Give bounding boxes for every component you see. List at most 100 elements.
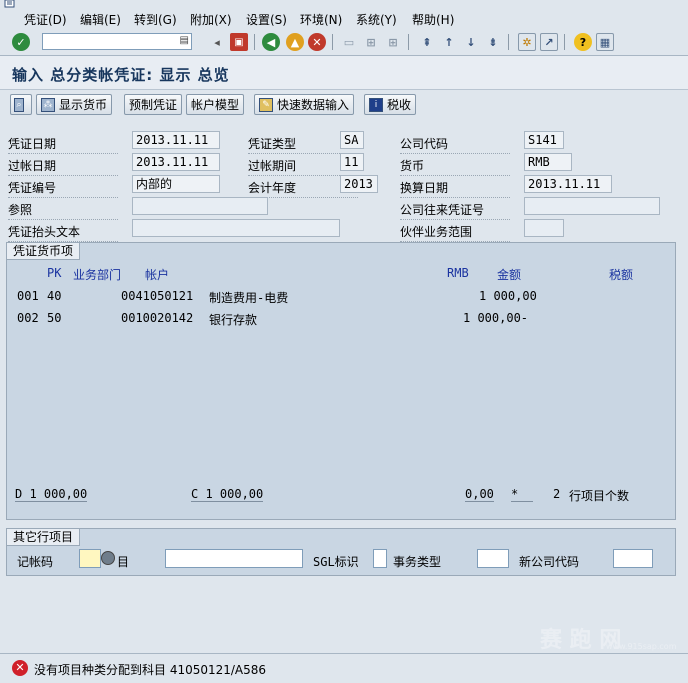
currency-tree-icon: ⁂	[41, 97, 55, 112]
row-posting-key: 50	[47, 311, 62, 325]
sgl-indicator-label: SGL标识	[313, 555, 359, 569]
doc-type-field[interactable]: SA	[340, 131, 364, 149]
currency-field[interactable]: RMB	[524, 153, 572, 171]
help-icon[interactable]: ?	[574, 33, 592, 51]
intercompany-label: 公司往来凭证号	[400, 203, 511, 220]
account-input[interactable]	[165, 549, 303, 568]
translation-date-field[interactable]: 2013.11.11	[524, 175, 612, 193]
reference-label: 参照	[8, 203, 119, 220]
row-account[interactable]: 0041050121	[121, 289, 193, 303]
page-title: 输入 总分类帐凭证: 显示 总览	[12, 66, 230, 84]
menu-extras[interactable]: 附加(X)	[190, 11, 232, 28]
col-header-tax: 税额	[609, 268, 634, 282]
col-header-business-area: 业务部门	[73, 268, 122, 282]
command-field-history-icon[interactable]: ▤	[180, 35, 189, 46]
show-currency-label: 显示货币	[59, 98, 108, 112]
items-group-title: 凭证货币项	[7, 243, 81, 260]
first-page-icon[interactable]: ⇞	[418, 33, 436, 51]
page-title-bar: 输入 总分类帐凭证: 显示 总览	[0, 56, 688, 90]
doc-number-field[interactable]: 内部的	[132, 175, 220, 193]
new-company-code-label: 新公司代码	[519, 555, 580, 569]
company-code-label: 公司代码	[400, 137, 511, 154]
magnifier-icon: ⌕	[14, 97, 24, 112]
print-icon[interactable]: ▭	[340, 33, 358, 51]
intercompany-field[interactable]	[524, 197, 660, 215]
item-count: 2	[553, 487, 561, 501]
taxes-button[interactable]: i 税收	[364, 94, 417, 115]
last-page-icon[interactable]: ⇟	[484, 33, 502, 51]
cancel-icon[interactable]: ✕	[308, 33, 326, 51]
status-message[interactable]: 没有项目种类分配到科目 41050121/A586	[34, 661, 266, 678]
next-page-icon[interactable]: ↓	[462, 33, 480, 51]
doc-date-label: 凭证日期	[8, 137, 119, 154]
col-header-currency: RMB	[447, 266, 469, 280]
search-help-icon[interactable]	[101, 551, 115, 565]
posting-date-field[interactable]: 2013.11.11	[132, 153, 220, 171]
translation-date-label: 换算日期	[400, 181, 511, 198]
back-icon[interactable]: ◀	[262, 33, 280, 51]
previous-page-icon[interactable]: ↑	[440, 33, 458, 51]
menu-environment[interactable]: 环境(N)	[300, 11, 342, 28]
row-description: 制造费用-电费	[209, 291, 289, 305]
account-model-button[interactable]: 帐户模型	[186, 94, 245, 115]
taxes-label: 税收	[387, 98, 412, 112]
back-arrow-small-icon[interactable]: ◂	[208, 33, 226, 51]
reference-field[interactable]	[132, 197, 268, 215]
error-icon: ✕	[12, 660, 28, 676]
debit-total: D 1 000,00	[15, 487, 88, 502]
display-overview-button[interactable]: ⌕	[10, 94, 32, 115]
header-text-field[interactable]	[132, 219, 340, 237]
command-field[interactable]: ▤	[42, 33, 192, 50]
enter-checkmark-icon[interactable]: ✓	[12, 33, 30, 51]
menu-help[interactable]: 帮助(H)	[412, 11, 454, 28]
find-icon[interactable]: ⊞	[362, 33, 380, 51]
shortcut-icon[interactable]: ↗	[540, 33, 558, 51]
posting-key-input[interactable]	[79, 549, 101, 568]
document-items-group: 凭证货币项 PK 业务部门 帐户 RMB 金额 税额 001 40 004105…	[6, 242, 676, 520]
row-account[interactable]: 0010020142	[121, 311, 193, 325]
toolbar-separator	[408, 34, 409, 50]
menu-edit[interactable]: 编辑(E)	[80, 11, 121, 28]
fast-entry-icon: ✎	[259, 97, 273, 112]
other-group-title: 其它行项目	[7, 529, 81, 546]
toolbar-separator	[254, 34, 255, 50]
new-company-code-input[interactable]	[613, 549, 653, 568]
menu-document[interactable]: 凭证(D)	[24, 11, 67, 28]
find-next-icon[interactable]: ⊞	[384, 33, 402, 51]
row-line-number: 001	[17, 289, 39, 303]
credit-total: C 1 000,00	[191, 487, 264, 502]
fiscal-year-field[interactable]: 2013	[340, 175, 378, 193]
menu-goto[interactable]: 转到(G)	[134, 11, 177, 28]
doc-date-field[interactable]: 2013.11.11	[132, 131, 220, 149]
menu-settings[interactable]: 设置(S)	[246, 11, 287, 28]
row-line-number: 002	[17, 311, 39, 325]
item-count-label: 行项目个数	[569, 489, 630, 503]
menu-system[interactable]: 系统(Y)	[356, 11, 397, 28]
period-field[interactable]: 11	[340, 153, 364, 171]
company-code-field[interactable]: S141	[524, 131, 564, 149]
toolbar-separator	[508, 34, 509, 50]
trading-partner-field[interactable]	[524, 219, 564, 237]
row-description: 银行存款	[209, 313, 258, 327]
transaction-type-input[interactable]	[477, 549, 509, 568]
info-icon: i	[369, 97, 383, 112]
other-line-item-group: 其它行项目 记帐码 目 SGL标识 事务类型 新公司代码	[6, 528, 676, 576]
park-document-button[interactable]: 预制凭证	[124, 94, 183, 115]
layout-menu-icon[interactable]: ▦	[596, 33, 614, 51]
menu-bar: 凭证(D) 编辑(E) 转到(G) 附加(X) 设置(S) 环境(N) 系统(Y…	[0, 8, 688, 31]
doc-type-label: 凭证类型	[248, 137, 359, 154]
fast-entry-button[interactable]: ✎ 快速数据输入	[254, 94, 355, 115]
currency-label: 货币	[400, 159, 511, 176]
sap-window-icon[interactable]	[4, 0, 16, 8]
save-icon[interactable]: ▣	[230, 33, 248, 51]
row-amount: 1 000,00	[479, 289, 537, 303]
new-session-icon[interactable]: ✲	[518, 33, 536, 51]
show-currency-button[interactable]: ⁂ 显示货币	[36, 94, 113, 115]
balance-total: 0,00	[465, 487, 494, 502]
standard-toolbar: ✓ ▤ ◂ ▣ ◀ ▲ ✕ ▭ ⊞ ⊞ ⇞ ↑ ↓ ⇟ ✲ ↗ ? ▦	[0, 30, 688, 56]
fiscal-year-label: 会计年度	[248, 181, 359, 198]
transaction-type-label: 事务类型	[393, 555, 442, 569]
watermark-url: www.915sap.com	[606, 642, 677, 651]
exit-icon[interactable]: ▲	[286, 33, 304, 51]
sgl-indicator-input[interactable]	[373, 549, 387, 568]
